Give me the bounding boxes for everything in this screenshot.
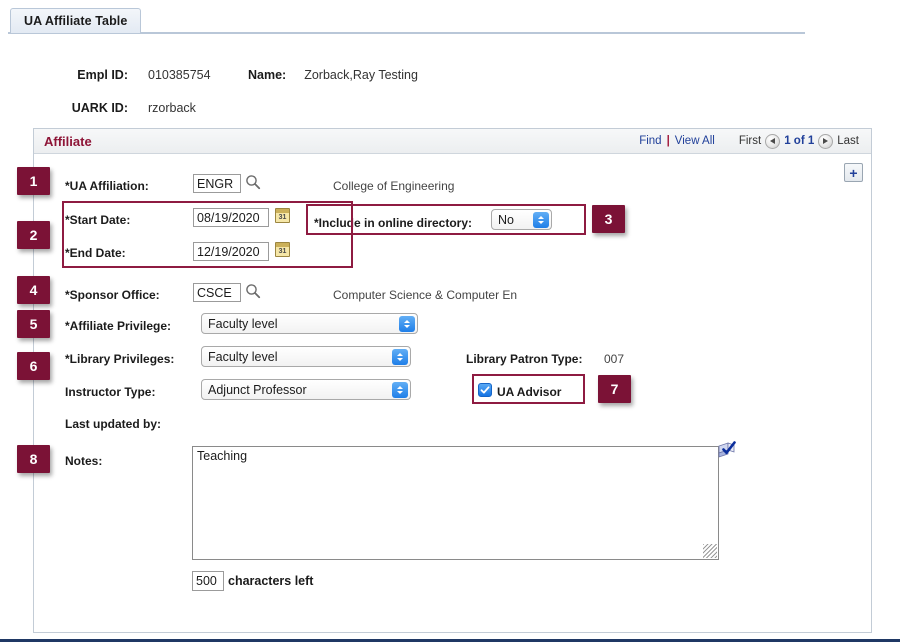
tab-ua-affiliate-table[interactable]: UA Affiliate Table <box>10 8 142 33</box>
callout-badge-6: 6 <box>17 352 50 380</box>
nav-separator: | <box>666 135 670 147</box>
callout-badge-8: 8 <box>17 445 50 473</box>
row-counter: 1 of 1 <box>784 135 815 147</box>
ua-affiliation-description: College of Engineering <box>333 179 455 193</box>
panel-navigation: Find | View All First 1 of 1 Last <box>637 133 863 149</box>
check-icon <box>480 386 490 394</box>
callout-badge-7: 7 <box>598 375 631 403</box>
library-privileges-select[interactable]: Faculty level <box>201 346 411 367</box>
include-in-directory-value: No <box>498 212 514 227</box>
last-updated-by-label: Last updated by: <box>65 417 162 431</box>
empl-id-value: 010385754 <box>148 68 211 82</box>
library-patron-type-label: Library Patron Type: <box>466 352 583 366</box>
start-date-label: *Start Date: <box>65 213 131 227</box>
sponsor-office-input[interactable]: CSCE <box>193 283 241 302</box>
library-privileges-value: Faculty level <box>208 349 278 364</box>
name-label: Name: <box>248 68 287 82</box>
ua-advisor-checkbox[interactable] <box>478 383 492 397</box>
last-link[interactable]: Last <box>833 135 863 147</box>
tab-strip: UA Affiliate Table <box>0 8 900 34</box>
empl-id-label: Empl ID: <box>77 68 128 82</box>
affiliate-privilege-select[interactable]: Faculty level <box>201 313 418 334</box>
sponsor-office-description: Computer Science & Computer En <box>333 288 518 302</box>
callout-badge-3: 3 <box>592 205 625 233</box>
affiliate-panel-header: Affiliate Find | View All First 1 of 1 L… <box>34 129 871 154</box>
select-arrows-icon <box>392 382 408 398</box>
ua-affiliation-input[interactable]: ENGR <box>193 174 241 193</box>
characters-left-label: characters left <box>228 574 314 588</box>
start-date-input[interactable]: 08/19/2020 <box>193 208 269 227</box>
magnifier-icon-affiliation[interactable] <box>245 174 261 190</box>
ua-affiliation-label: *UA Affiliation: <box>65 179 149 193</box>
notes-label: Notes: <box>65 454 103 468</box>
callout-badge-5: 5 <box>17 310 50 338</box>
include-in-directory-select[interactable]: No <box>491 209 552 230</box>
characters-left-input[interactable]: 500 <box>192 571 224 591</box>
magnifier-icon-sponsor-office[interactable] <box>245 283 261 299</box>
tab-label: UA Affiliate Table <box>24 14 128 28</box>
select-arrows-icon <box>392 349 408 365</box>
name-row: Name: Zorback,Ray Testing <box>248 68 418 82</box>
empl-id-row: Empl ID: 010385754 <box>52 68 211 82</box>
include-in-directory-label: *Include in online directory: <box>314 216 473 230</box>
find-link[interactable]: Find <box>637 135 663 147</box>
end-date-input[interactable]: 12/19/2020 <box>193 242 269 261</box>
notes-textarea[interactable]: Teaching <box>192 446 719 560</box>
spellcheck-icon[interactable] <box>716 440 738 460</box>
view-all-link[interactable]: View All <box>673 135 717 147</box>
chevron-left-icon[interactable] <box>765 133 781 149</box>
select-arrows-icon <box>399 316 415 332</box>
instructor-type-label: Instructor Type: <box>65 385 156 399</box>
affiliate-privilege-value: Faculty level <box>208 316 278 331</box>
first-link[interactable]: First <box>735 135 765 147</box>
sponsor-office-label: *Sponsor Office: <box>65 288 160 302</box>
calendar-icon-start-date[interactable]: 31 <box>275 208 290 223</box>
end-date-label: *End Date: <box>65 246 126 260</box>
affiliate-privilege-label: *Affiliate Privilege: <box>65 319 172 333</box>
add-row-button[interactable]: + <box>844 163 863 182</box>
chevron-right-icon[interactable] <box>818 133 834 149</box>
panel-title: Affiliate <box>44 133 92 149</box>
select-arrows-icon <box>533 212 549 228</box>
notes-value: Teaching <box>197 449 248 463</box>
calendar-icon-end-date[interactable]: 31 <box>275 242 290 257</box>
library-patron-type-value: 007 <box>604 352 625 366</box>
instructor-type-value: Adjunct Professor <box>208 382 307 397</box>
ua-advisor-label: UA Advisor <box>497 385 562 399</box>
callout-badge-2: 2 <box>17 221 50 249</box>
library-privileges-label: *Library Privileges: <box>65 352 175 366</box>
name-value: Zorback,Ray Testing <box>304 68 418 82</box>
uark-id-row: UARK ID: rzorback <box>52 101 196 115</box>
callout-badge-4: 4 <box>17 276 50 304</box>
instructor-type-select[interactable]: Adjunct Professor <box>201 379 411 400</box>
resize-grip-icon[interactable] <box>703 544 717 558</box>
uark-id-label: UARK ID: <box>71 101 128 115</box>
callout-badge-1: 1 <box>17 167 50 195</box>
uark-id-value: rzorback <box>148 101 196 115</box>
